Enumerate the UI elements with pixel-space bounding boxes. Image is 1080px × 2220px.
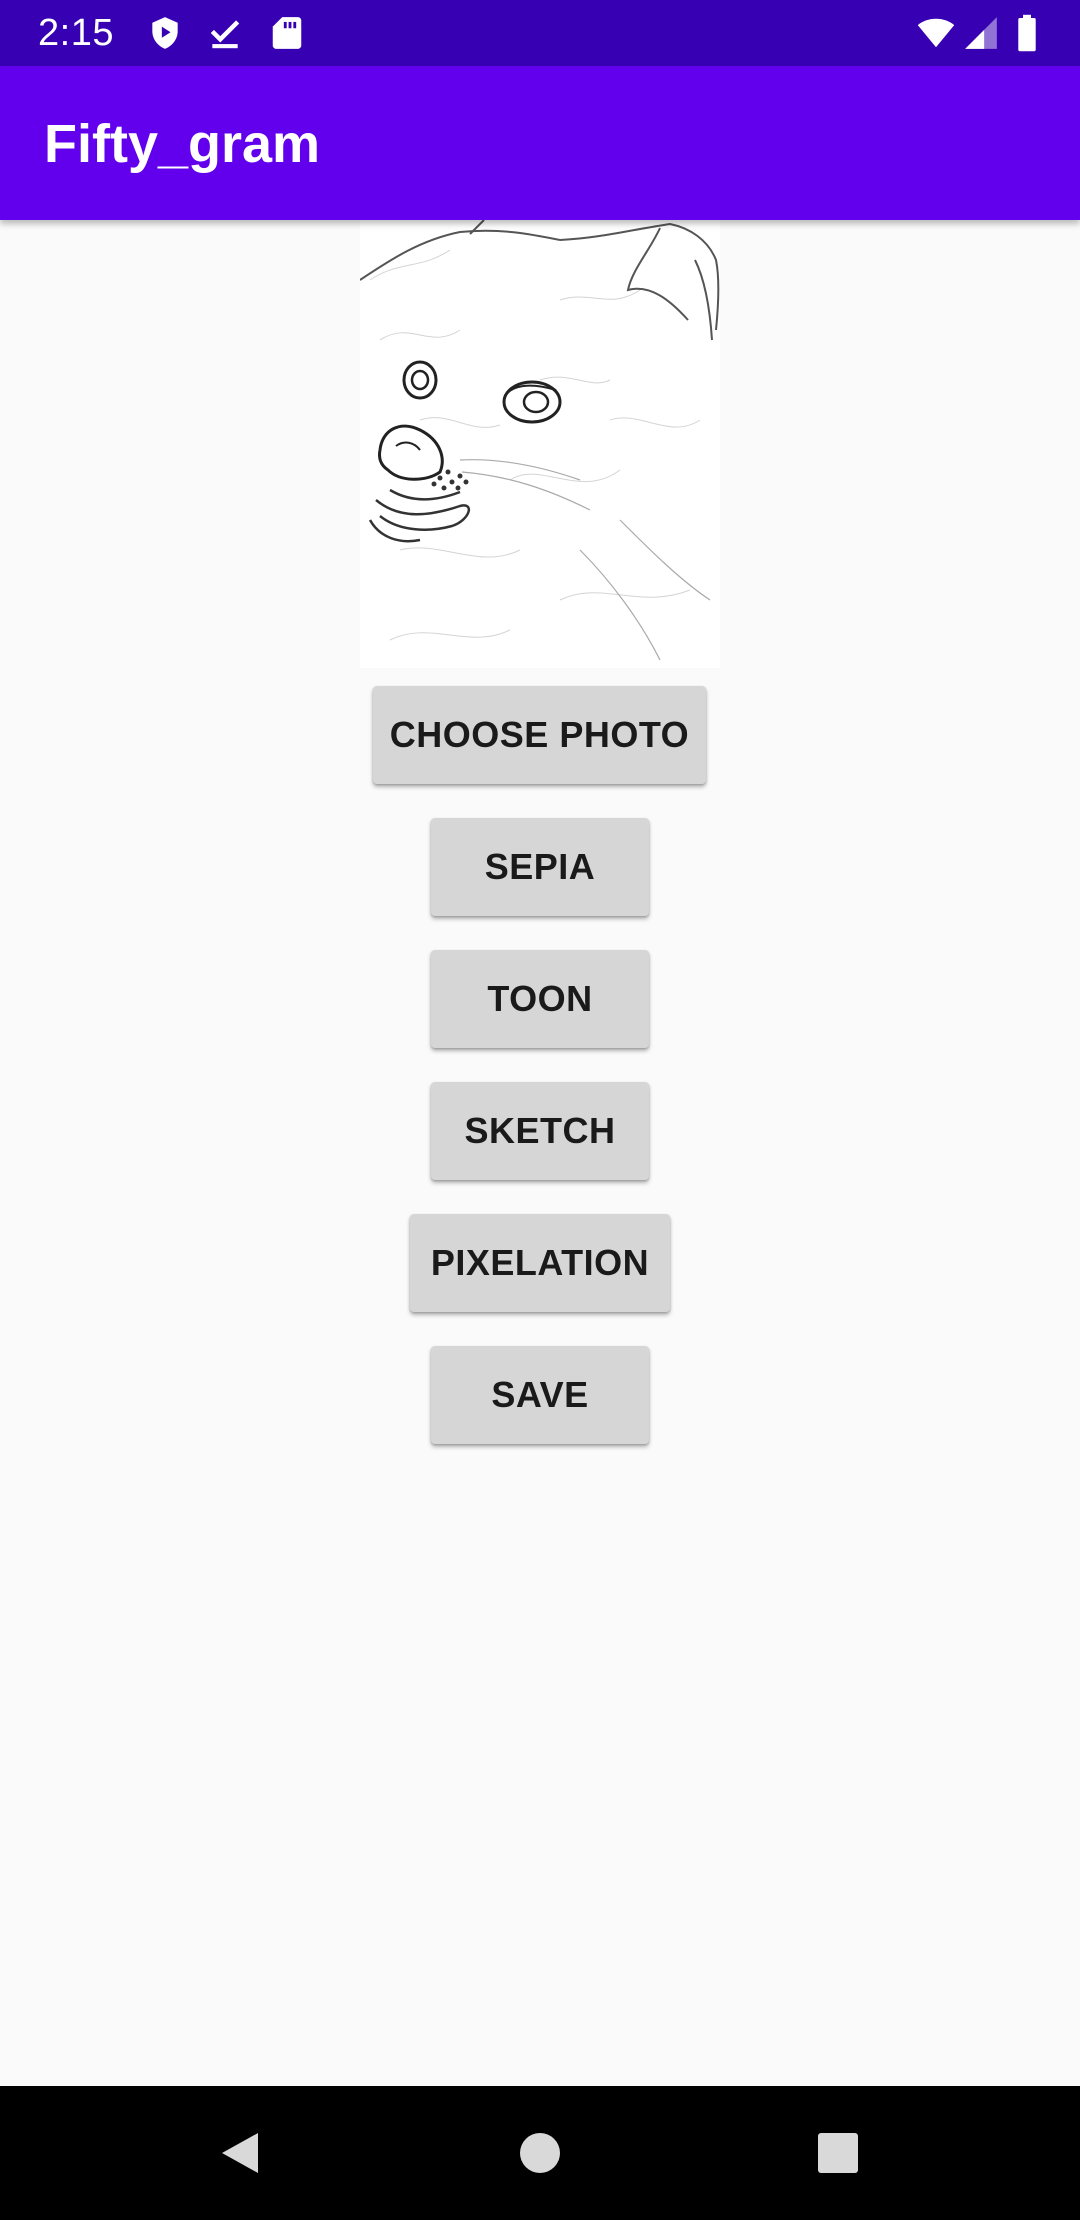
sepia-button[interactable]: SEPIA bbox=[431, 818, 649, 916]
app-bar: Fifty_gram bbox=[0, 66, 1080, 220]
sketch-dog-image bbox=[360, 220, 720, 668]
app-title: Fifty_gram bbox=[44, 114, 321, 174]
toon-button[interactable]: TOON bbox=[431, 950, 649, 1048]
home-icon[interactable] bbox=[506, 2119, 574, 2187]
cell-signal-icon bbox=[962, 14, 1000, 52]
sketch-button[interactable]: SKETCH bbox=[431, 1082, 649, 1180]
photo-preview bbox=[360, 220, 720, 668]
battery-icon bbox=[1012, 14, 1042, 52]
status-time: 2:15 bbox=[38, 12, 114, 54]
save-button[interactable]: SAVE bbox=[431, 1346, 649, 1444]
main-content: CHOOSE PHOTO SEPIA TOON SKETCH PIXELATIO… bbox=[0, 220, 1080, 2086]
status-bar: 2:15 bbox=[0, 0, 1080, 66]
recents-icon[interactable] bbox=[804, 2119, 872, 2187]
choose-photo-button[interactable]: CHOOSE PHOTO bbox=[373, 686, 706, 784]
wifi-icon bbox=[914, 14, 958, 52]
pixelation-button[interactable]: PIXELATION bbox=[410, 1214, 670, 1312]
navigation-bar bbox=[0, 2086, 1080, 2220]
play-protect-icon bbox=[146, 14, 184, 52]
sd-card-icon bbox=[268, 14, 306, 52]
download-done-icon bbox=[206, 14, 244, 52]
back-icon[interactable] bbox=[206, 2119, 274, 2187]
